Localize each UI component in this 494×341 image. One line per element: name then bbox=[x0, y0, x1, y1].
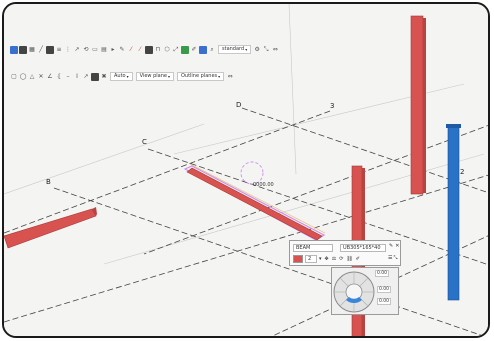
arrows-icon[interactable]: ⇔ bbox=[226, 73, 234, 81]
component-icon[interactable]: ⊓ bbox=[154, 46, 162, 54]
weight-icon[interactable]: ⚖ bbox=[332, 256, 336, 262]
angle-icon[interactable]: ∠ bbox=[46, 73, 54, 81]
grid-icon[interactable]: ▦ bbox=[28, 46, 36, 54]
column-red-right[interactable] bbox=[410, 15, 426, 195]
snap-dropdown-label: Auto bbox=[114, 73, 126, 79]
snap-dropdown[interactable]: Auto ▾ bbox=[110, 72, 133, 81]
color-swatch[interactable] bbox=[293, 255, 303, 263]
close-icon[interactable]: ✕ bbox=[395, 243, 399, 249]
pencil-icon[interactable]: ✎ bbox=[118, 46, 126, 54]
name-field[interactable]: BEAM bbox=[293, 244, 333, 252]
grid-label-d: D bbox=[236, 101, 242, 109]
pin-icon[interactable]: ✎ bbox=[389, 243, 393, 249]
column-blue[interactable] bbox=[446, 124, 461, 301]
mirror-icon[interactable]: ≡ bbox=[55, 46, 63, 54]
quick-properties-panel: BEAM UB305*165*40 ✎ ✕ 2 ▾ ✥ ⚖ ⟳ ⛓ ✐ ☰ ⤡ bbox=[289, 240, 401, 266]
copy-icon[interactable] bbox=[46, 45, 54, 54]
pen-icon[interactable]: ✐ bbox=[356, 256, 360, 262]
fill-icon[interactable] bbox=[91, 72, 99, 81]
view-dropdown-label: standard bbox=[222, 46, 245, 52]
dimension-value: 0000.00 bbox=[253, 182, 274, 188]
settings-icon[interactable] bbox=[199, 45, 207, 54]
plate-icon[interactable] bbox=[145, 45, 153, 54]
layer-icon[interactable]: ✐ bbox=[190, 46, 198, 54]
trim-icon[interactable]: ▤ bbox=[100, 46, 108, 54]
line-icon[interactable]: ╱ bbox=[37, 46, 45, 54]
model-icon[interactable] bbox=[181, 45, 189, 54]
grid-label-b: B bbox=[46, 178, 51, 186]
viewport-frame: ▦ ╱ ≡ ⋮ ↗ ⟲ ▭ ▤ ▸ ✎ ⁄ ⁄ ⊓ ⬡ ⤢ ✐ ⌕ standa… bbox=[2, 2, 490, 338]
grid-label-3: 3 bbox=[330, 102, 335, 110]
chevron-down-icon[interactable]: ▾ bbox=[319, 256, 322, 262]
plane-dropdown-label: View plane bbox=[139, 73, 167, 79]
triangle-icon[interactable]: △ bbox=[28, 73, 36, 81]
rotate-icon[interactable]: ⟲ bbox=[82, 46, 90, 54]
arc-icon[interactable]: ⁄ bbox=[127, 46, 135, 54]
search-icon[interactable]: ⌕ bbox=[208, 46, 216, 54]
chevron-down-icon: ▾ bbox=[245, 47, 248, 52]
snap-icon[interactable] bbox=[19, 45, 27, 54]
text-icon[interactable]: I bbox=[73, 73, 81, 81]
expand-icon[interactable]: ⇔ bbox=[271, 46, 279, 54]
gear-icon[interactable]: ⚙ bbox=[253, 46, 261, 54]
profile-field[interactable]: UB305*165*40 bbox=[340, 244, 386, 252]
grid-label-c: C bbox=[142, 138, 147, 146]
chevron-down-icon: ▾ bbox=[167, 74, 170, 79]
outline-dropdown[interactable]: Outline planes ▾ bbox=[176, 72, 225, 81]
measure-icon[interactable]: ⁄ bbox=[136, 46, 144, 54]
grid-label-e: E bbox=[488, 312, 490, 320]
link-icon[interactable]: ⛓ bbox=[346, 256, 352, 262]
close-icon[interactable]: ✖ bbox=[100, 73, 108, 81]
resize-icon[interactable]: ⤡ bbox=[393, 255, 397, 261]
toolbar-top: ▦ ╱ ≡ ⋮ ↗ ⟲ ▭ ▤ ▸ ✎ ⁄ ⁄ ⊓ ⬡ ⤢ ✐ ⌕ standa… bbox=[10, 43, 279, 56]
rotate-icon[interactable]: ⟳ bbox=[339, 256, 343, 262]
toolbar-second: ▢ ◯ △ ✕ ∠ ⦃ – I ↗ ✖ Auto ▾ View plane ▾ Ou… bbox=[10, 70, 234, 83]
extend-icon[interactable]: ▸ bbox=[109, 46, 117, 54]
rotate-text-icon[interactable]: ↗ bbox=[82, 73, 90, 81]
chevron-down-icon: ▾ bbox=[126, 74, 129, 79]
brace-icon[interactable]: ⦃ bbox=[55, 73, 63, 81]
move-icon[interactable]: ↗ bbox=[73, 46, 81, 54]
view-dropdown[interactable]: standard ▾ bbox=[218, 45, 252, 54]
array-icon[interactable]: ⋮ bbox=[64, 46, 72, 54]
polygon-icon[interactable]: ⬡ bbox=[163, 46, 171, 54]
chevron-down-icon: ▾ bbox=[218, 74, 221, 79]
wand-icon[interactable]: ⤢ bbox=[172, 46, 180, 54]
circle-icon[interactable]: ◯ bbox=[19, 73, 27, 81]
move-icon[interactable]: ✥ bbox=[325, 256, 329, 262]
dash-icon[interactable]: – bbox=[64, 73, 72, 81]
value-field-1[interactable]: 0.00 bbox=[375, 270, 390, 277]
box-icon[interactable]: ▢ bbox=[10, 73, 18, 81]
value-field-3[interactable]: 0.00 bbox=[377, 298, 392, 305]
orientation-widget[interactable]: 0.00 0.00 0.00 bbox=[331, 267, 399, 315]
plane-dropdown[interactable]: View plane ▾ bbox=[135, 72, 174, 81]
list-icon[interactable]: ☰ bbox=[388, 255, 392, 261]
cross-icon[interactable]: ✕ bbox=[37, 73, 45, 81]
grid-label-2: 2 bbox=[460, 168, 465, 176]
value-field-2[interactable]: 0.00 bbox=[377, 286, 392, 293]
align-icon[interactable]: ▭ bbox=[91, 46, 99, 54]
select-icon[interactable] bbox=[10, 45, 18, 54]
chevron-icon[interactable]: ⤡ bbox=[262, 46, 270, 54]
outline-dropdown-label: Outline planes bbox=[180, 73, 218, 79]
class-field[interactable]: 2 bbox=[305, 255, 317, 263]
